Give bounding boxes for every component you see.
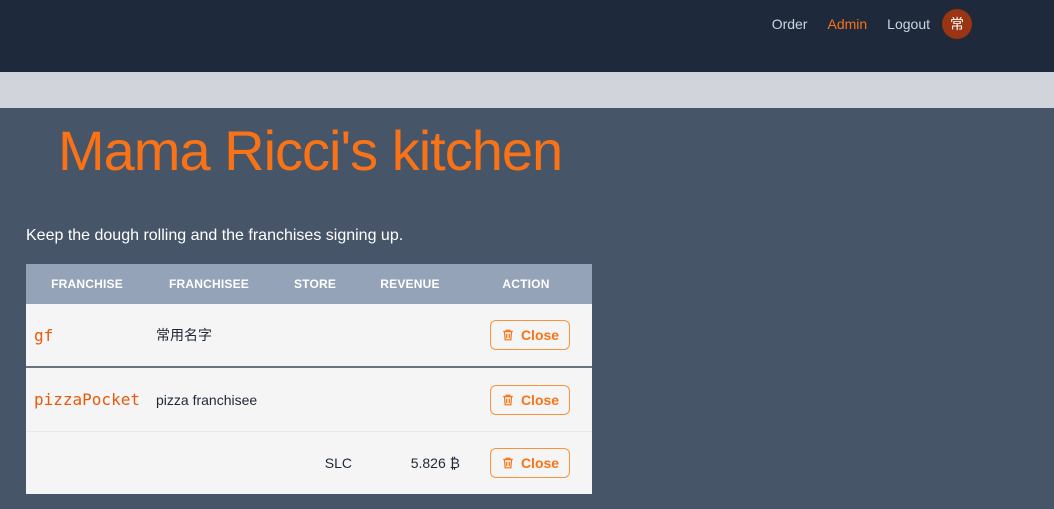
page-subtitle: Keep the dough rolling and the franchise… bbox=[26, 227, 404, 244]
col-header-franchise: Franchise bbox=[51, 277, 123, 291]
top-navbar: Order Admin Logout 常 bbox=[0, 0, 1054, 72]
franchise-name: pizzaPocket bbox=[34, 390, 140, 409]
table-row: pizzaPocket pizza franchisee Close bbox=[26, 368, 592, 432]
nav-order-link[interactable]: Order bbox=[772, 16, 808, 32]
col-header-revenue: Revenue bbox=[380, 277, 440, 291]
close-button-label: Close bbox=[520, 391, 560, 408]
col-header-action: Action bbox=[502, 277, 550, 291]
close-store-button[interactable]: Close bbox=[490, 448, 570, 478]
close-franchise-button[interactable]: Close bbox=[490, 320, 570, 350]
main-nav: Order Admin Logout bbox=[772, 11, 930, 37]
page-title: Mama Ricci's kitchen bbox=[58, 119, 563, 182]
table-row: SLC 5.826 ₿ Close bbox=[26, 432, 592, 494]
trash-icon bbox=[503, 394, 513, 405]
user-avatar[interactable]: 常 bbox=[942, 9, 972, 39]
col-header-franchisee: Franchisee bbox=[168, 277, 249, 291]
trash-icon bbox=[503, 457, 513, 469]
main-content: Mama Ricci's kitchen Keep the dough roll… bbox=[0, 108, 1054, 509]
close-franchise-button[interactable]: Close bbox=[490, 384, 570, 415]
col-header-store: Store bbox=[293, 277, 337, 291]
table-header: Franchise Franchisee Store Revenue Actio… bbox=[26, 264, 592, 304]
table-row: gf 常用名字 Close bbox=[26, 304, 592, 368]
breadcrumb-strip bbox=[0, 72, 1054, 108]
franchise-table: Franchise Franchisee Store Revenue Actio… bbox=[26, 264, 592, 494]
nav-logout-link[interactable]: Logout bbox=[887, 16, 930, 32]
franchise-name: gf bbox=[34, 325, 54, 345]
close-button-label: Close bbox=[520, 455, 560, 471]
store-name: SLC bbox=[324, 455, 352, 471]
nav-admin-link[interactable]: Admin bbox=[827, 16, 867, 32]
franchisee-name: pizza franchisee bbox=[156, 391, 258, 408]
trash-icon bbox=[503, 329, 513, 341]
close-button-label: Close bbox=[520, 327, 560, 343]
franchisee-name: 常用名字 bbox=[156, 327, 212, 343]
revenue-value: 5.826 ₿ bbox=[410, 455, 460, 471]
